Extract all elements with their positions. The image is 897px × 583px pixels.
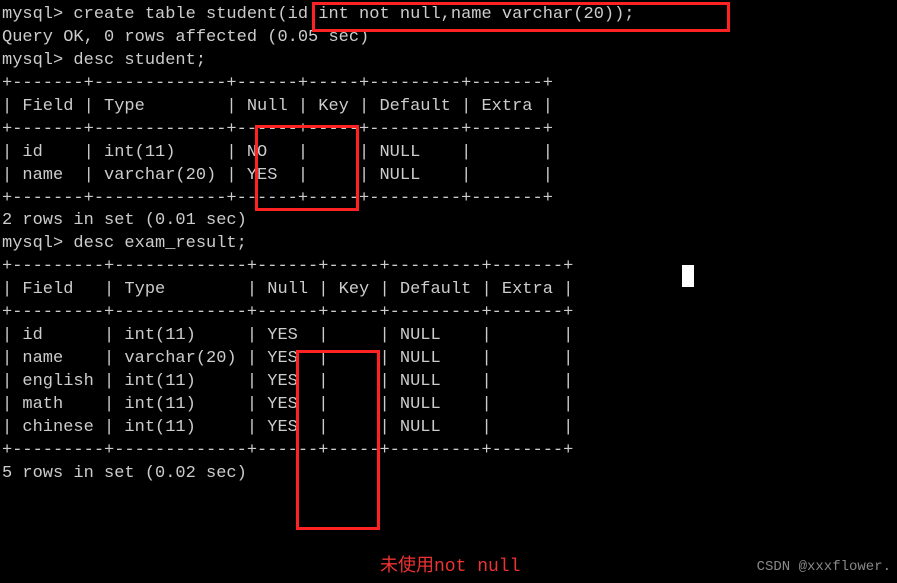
command-line-desc-student: mysql> desc student; xyxy=(2,50,895,73)
rows-summary-exam: 5 rows in set (0.02 sec) xyxy=(2,463,895,486)
table-row-name: | name | varchar(20) | YES | | NULL | | xyxy=(2,165,895,188)
table-row-id: | id | int(11) | NO | | NULL | | xyxy=(2,142,895,165)
table-border: +-------+-------------+------+-----+----… xyxy=(2,188,895,211)
table-border: +---------+-------------+------+-----+--… xyxy=(2,440,895,463)
watermark-text: CSDN @xxxflower. xyxy=(757,558,891,577)
table-border: +-------+-------------+------+-----+----… xyxy=(2,119,895,142)
table-row-id: | id | int(11) | YES | | NULL | | xyxy=(2,325,895,348)
table-border: +---------+-------------+------+-----+--… xyxy=(2,256,895,279)
rows-summary-student: 2 rows in set (0.01 sec) xyxy=(2,210,895,233)
table-row-english: | english | int(11) | YES | | NULL | | xyxy=(2,371,895,394)
table-border: +-------+-------------+------+-----+----… xyxy=(2,73,895,96)
table-header-exam: | Field | Type | Null | Key | Default | … xyxy=(2,279,895,302)
command-line-create: mysql> create table student(id int not n… xyxy=(2,4,895,27)
table-row-math: | math | int(11) | YES | | NULL | | xyxy=(2,394,895,417)
table-header-student: | Field | Type | Null | Key | Default | … xyxy=(2,96,895,119)
query-ok-result: Query OK, 0 rows affected (0.05 sec) xyxy=(2,27,895,50)
table-row-name: | name | varchar(20) | YES | | NULL | | xyxy=(2,348,895,371)
table-row-chinese: | chinese | int(11) | YES | | NULL | | xyxy=(2,417,895,440)
cursor-icon xyxy=(682,265,694,287)
terminal-output[interactable]: mysql> create table student(id int not n… xyxy=(2,4,895,486)
annotation-text: 未使用not null xyxy=(380,555,520,579)
command-line-desc-exam: mysql> desc exam_result; xyxy=(2,233,895,256)
table-border: +---------+-------------+------+-----+--… xyxy=(2,302,895,325)
